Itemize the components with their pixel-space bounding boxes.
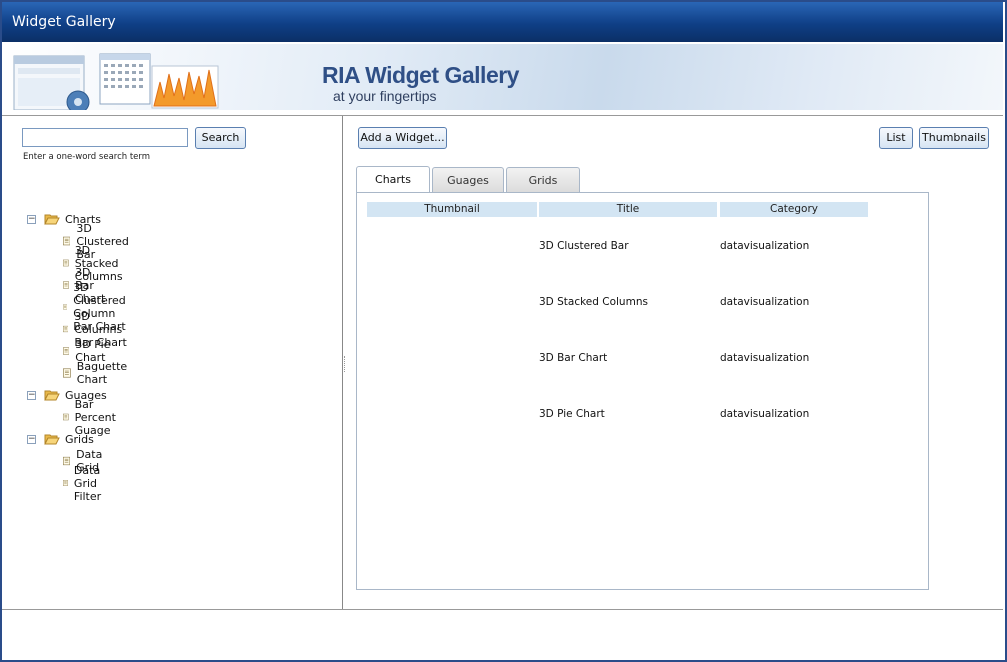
tree-group-label: Grids bbox=[65, 432, 94, 446]
document-icon bbox=[63, 368, 71, 378]
document-icon bbox=[63, 413, 69, 421]
banner: RIA Widget Gallery at your fingertips bbox=[2, 44, 1003, 110]
folder-open-icon bbox=[44, 390, 60, 401]
divider bbox=[2, 609, 1003, 610]
tree-item[interactable]: 3D Pie Chart bbox=[63, 338, 111, 364]
cell-title: 3D Pie Chart bbox=[539, 408, 605, 420]
collapse-icon[interactable]: − bbox=[27, 390, 36, 400]
folder-open-icon bbox=[44, 214, 60, 225]
tree-item[interactable]: 3D Columns Bar Chart bbox=[63, 310, 129, 349]
navigation-panel: Search Enter a one-word search term − Ch… bbox=[2, 116, 342, 609]
banner-tagline: at your fingertips bbox=[333, 88, 437, 104]
cell-category: datavisualization bbox=[720, 296, 810, 308]
tree-item[interactable]: Bar Percent Guage bbox=[63, 398, 122, 437]
tab-guages[interactable]: Guages bbox=[432, 167, 504, 192]
cell-title: 3D Bar Chart bbox=[539, 352, 608, 364]
column-header-thumbnail[interactable]: Thumbnail bbox=[367, 202, 537, 217]
column-header-category[interactable]: Category bbox=[720, 202, 868, 217]
document-icon bbox=[63, 236, 71, 246]
tab-content bbox=[356, 192, 929, 590]
list-view-button[interactable]: List bbox=[879, 127, 913, 149]
tab-charts[interactable]: Charts bbox=[356, 166, 430, 192]
window-titlebar: Widget Gallery bbox=[2, 2, 1003, 42]
cell-title: 3D Stacked Columns bbox=[539, 296, 648, 308]
tree-item[interactable]: Data Grid Filter bbox=[63, 464, 108, 503]
document-icon bbox=[63, 456, 71, 466]
search-hint: Enter a one-word search term bbox=[23, 152, 151, 162]
collapse-icon[interactable]: − bbox=[27, 434, 36, 444]
panel-splitter[interactable] bbox=[342, 116, 343, 609]
thumbnails-view-button[interactable]: Thumbnails bbox=[919, 127, 989, 149]
search-input[interactable] bbox=[22, 128, 188, 147]
folder-open-icon bbox=[44, 434, 60, 445]
banner-illustration bbox=[13, 53, 219, 110]
column-header-title[interactable]: Title bbox=[539, 202, 717, 217]
banner-wave bbox=[596, 44, 1003, 110]
tree-item-label: Baguette Chart bbox=[76, 360, 128, 386]
document-icon bbox=[63, 325, 69, 333]
tree-group-grids[interactable]: − Grids bbox=[27, 430, 94, 448]
cell-category: datavisualization bbox=[720, 240, 810, 252]
splitter-grip[interactable] bbox=[344, 356, 347, 372]
cell-category: datavisualization bbox=[720, 408, 810, 420]
document-icon bbox=[63, 259, 69, 267]
tab-grids[interactable]: Grids bbox=[506, 167, 580, 192]
tree-item-label: Data Grid Filter bbox=[73, 463, 102, 503]
banner-headline: RIA Widget Gallery bbox=[322, 62, 519, 88]
cell-category: datavisualization bbox=[720, 352, 810, 364]
document-icon bbox=[63, 304, 68, 310]
document-icon bbox=[63, 347, 70, 355]
cell-title: 3D Clustered Bar bbox=[539, 240, 629, 252]
collapse-icon[interactable]: − bbox=[27, 214, 36, 224]
tree-item[interactable]: Baguette Chart bbox=[63, 360, 131, 386]
search-button[interactable]: Search bbox=[195, 127, 246, 149]
window-title: Widget Gallery bbox=[12, 14, 116, 30]
document-icon bbox=[63, 480, 68, 486]
document-icon bbox=[63, 281, 70, 289]
add-widget-button[interactable]: Add a Widget... bbox=[358, 127, 447, 149]
